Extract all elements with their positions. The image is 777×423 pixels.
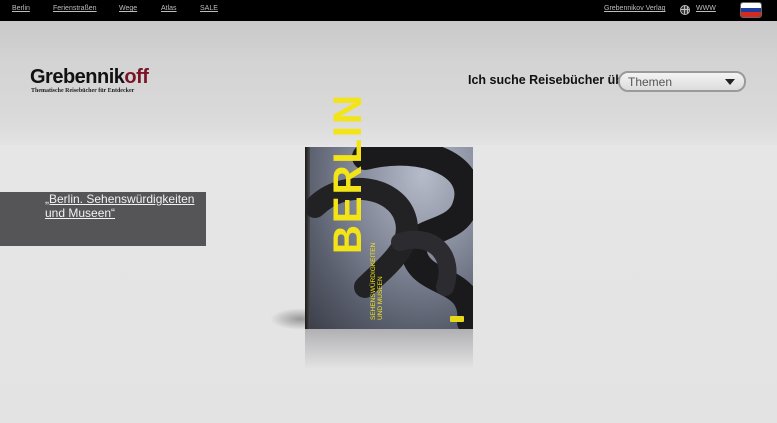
book-cover-subtitle-line-1: SEHENSWÜRDIGKEITEN (370, 242, 377, 320)
logo-tagline: Thematische Reisebücher für Entdecker (31, 88, 135, 94)
publisher-badge-icon (450, 316, 464, 322)
logo-accent-text: off (124, 66, 149, 88)
russian-flag-icon[interactable] (740, 2, 762, 18)
chevron-down-icon (725, 79, 735, 85)
globe-icon (680, 5, 690, 15)
logo-main-text: Grebennik (30, 66, 125, 88)
book-cover-subtitle-line-2: UND MUSEEN (377, 276, 384, 320)
header-divider (0, 119, 777, 145)
publisher-link[interactable]: Grebennikov Verlag (604, 5, 665, 12)
topic-select[interactable]: Themen (618, 71, 746, 92)
nav-link-wege[interactable]: Wege (119, 5, 137, 12)
nav-link-ferienstrassen[interactable]: Ferienstraßen (53, 5, 97, 12)
nav-link-berlin[interactable]: Berlin (12, 5, 30, 12)
www-link[interactable]: WWW (696, 5, 716, 12)
featured-title-box: „Berlin. Sehenswürdigkeiten und Museen“ (0, 192, 206, 246)
book-cover-subtitle: SEHENSWÜRDIGKEITEN UND MUSEEN (370, 243, 384, 320)
search-label: Ich suche Reisebücher über (468, 73, 635, 87)
top-navigation-bar: Berlin Ferienstraßen Wege Atlas SALE Gre… (0, 0, 777, 21)
topic-select-value: Themen (628, 75, 673, 89)
nav-link-sale[interactable]: SALE (200, 5, 218, 12)
featured-book-link[interactable]: „Berlin. Sehenswürdigkeiten und Museen“ (45, 192, 195, 220)
book-cover-title: BERLIN (326, 93, 370, 254)
nav-link-atlas[interactable]: Atlas (161, 5, 177, 12)
logo[interactable]: Grebennikoff (30, 66, 149, 89)
book-reflection (305, 329, 473, 369)
